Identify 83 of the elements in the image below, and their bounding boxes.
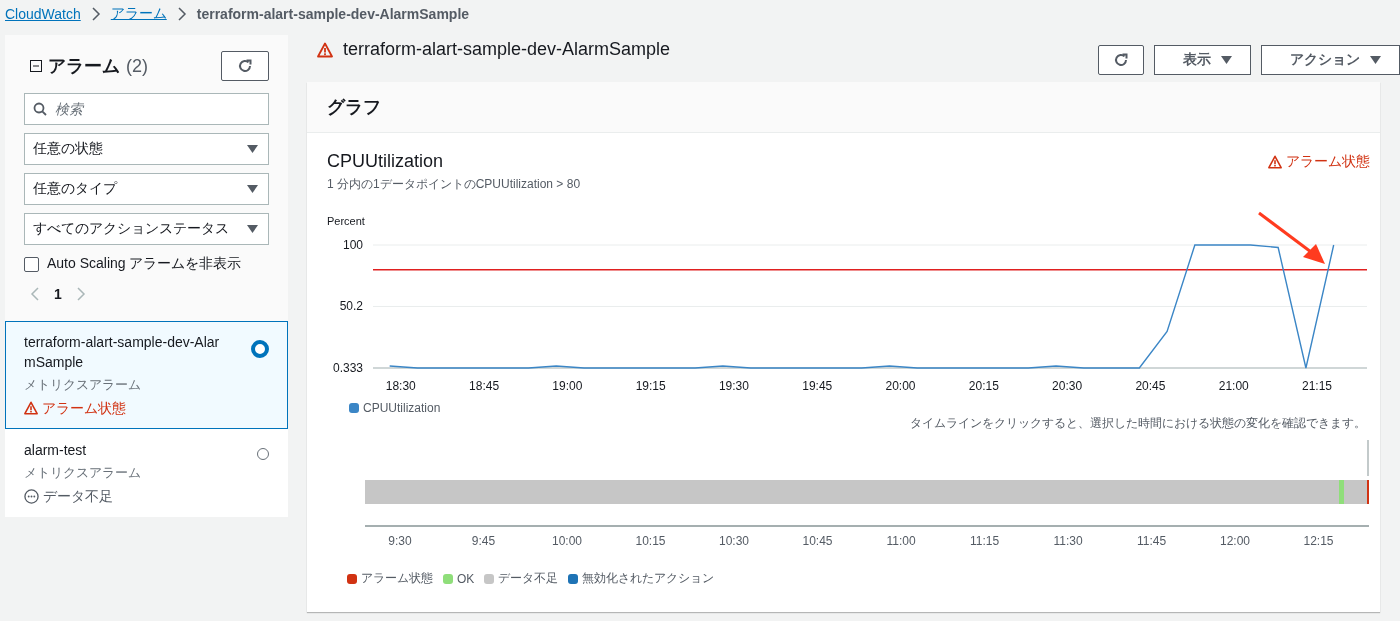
timeline-tick-label: 10:30 — [719, 534, 749, 548]
warning-icon — [1268, 154, 1282, 169]
breadcrumb-link[interactable]: CloudWatch — [5, 6, 81, 22]
alarm-list-item[interactable]: terraform-alart-sample-dev-AlarmSample メトリクスアラーム アラーム状態 — [5, 321, 288, 429]
y-tick-label: 50.2 — [339, 299, 363, 314]
timeline-tick-label: 12:15 — [1303, 534, 1334, 548]
annotation-arrow — [1258, 211, 1325, 264]
caret-down-icon — [1370, 56, 1381, 64]
y-tick-label: 0.333 — [332, 361, 363, 375]
timeline-tick-label: 9:45 — [471, 534, 496, 548]
timeline-hint: タイムラインをクリックすると、選択した時間における状態の変化を確認できます。 — [910, 415, 1366, 432]
x-tick-label: 18:45 — [469, 379, 500, 393]
timeline-tick-label: 11:45 — [1136, 534, 1167, 548]
legend-label: データ不足 — [498, 570, 559, 587]
search-field[interactable]: 検索 — [24, 93, 269, 125]
dropdown-button[interactable]: 表示 — [1154, 45, 1251, 75]
checkbox[interactable] — [24, 256, 39, 272]
alarm-name: alarm-test — [24, 441, 88, 460]
alarm-state: アラーム状態 — [42, 399, 126, 418]
alarm-state: データ不足 — [43, 487, 113, 506]
collapse-icon[interactable] — [30, 60, 42, 72]
timeline-tick-label: 10:15 — [635, 534, 666, 548]
breadcrumb-link[interactable]: アラーム — [110, 5, 167, 23]
chevron-right-icon — [90, 7, 101, 21]
chevron-right-icon — [176, 7, 187, 21]
x-tick-label: 20:30 — [1052, 379, 1083, 393]
checkbox-label: Auto Scaling アラームを非表示 — [47, 255, 242, 273]
timeline-tick-label: 11:15 — [969, 534, 1000, 548]
x-tick-label: 20:15 — [968, 379, 999, 393]
metric-name: CPUUtilization — [327, 151, 444, 172]
time-marker-line — [1367, 440, 1369, 477]
x-tick-label: 19:30 — [718, 379, 749, 393]
page-number[interactable]: 1 — [54, 286, 62, 302]
timeline-tick-label: 10:45 — [802, 534, 833, 548]
alarm-count: (2) — [126, 55, 148, 77]
axis-title: Percent — [327, 215, 365, 227]
caret-down-icon — [1221, 56, 1232, 64]
radio-button[interactable] — [251, 340, 269, 358]
dropdown-button[interactable]: アクション — [1261, 45, 1400, 75]
search-icon — [33, 102, 47, 116]
alarm-type: メトリクスアラーム — [24, 376, 142, 394]
legend-label: アラーム状態 — [361, 570, 433, 587]
timeline-tick-label: 10:00 — [552, 534, 582, 548]
x-tick-label: 18:30 — [385, 379, 416, 393]
refresh-button[interactable] — [1098, 45, 1144, 75]
timeline-tick-label: 11:30 — [1053, 534, 1083, 548]
alarm-state: アラーム状態 — [1286, 152, 1370, 171]
x-tick-label: 20:00 — [885, 379, 916, 393]
timeline-tick-label: 11:00 — [886, 534, 916, 548]
search-input[interactable]: 検索 — [55, 96, 260, 122]
ellipsis-circle-icon — [24, 488, 39, 504]
refresh-icon — [1113, 52, 1129, 68]
x-tick-label: 21:15 — [1302, 379, 1333, 393]
y-tick-label: 100 — [342, 238, 363, 252]
card-title: グラフ — [307, 82, 1380, 133]
timeline-tick-label: 9:30 — [388, 534, 412, 548]
legend-label: 無効化されたアクション — [582, 570, 715, 587]
caret-down-icon — [247, 145, 258, 153]
x-tick-label: 19:15 — [635, 379, 666, 393]
alarm-name: terraform-alart-sample-dev-AlarmSample — [24, 333, 221, 372]
timeline-tick-label: 12:00 — [1220, 534, 1250, 548]
filter-dropdown[interactable]: 任意の状態 — [24, 133, 269, 165]
breadcrumb-current: terraform-alart-sample-dev-AlarmSample — [196, 6, 470, 22]
alarm-type: メトリクスアラーム — [24, 464, 142, 482]
alarm-title: terraform-alart-sample-dev-AlarmSample — [343, 39, 671, 60]
caret-down-icon — [247, 225, 258, 233]
legend-label: CPUUtilization — [363, 401, 441, 415]
panel-title: アラーム — [48, 55, 120, 78]
alarm-condition: 1 分内の1データポイントのCPUUtilization > 80 — [327, 176, 582, 193]
filter-dropdown[interactable]: すべてのアクションステータス — [24, 213, 269, 245]
refresh-button[interactable] — [221, 51, 269, 81]
caret-down-icon — [247, 185, 258, 193]
x-tick-label: 20:45 — [1135, 379, 1166, 393]
filter-dropdown[interactable]: 任意のタイプ — [24, 173, 269, 205]
x-tick-label: 21:00 — [1218, 379, 1249, 393]
refresh-icon — [237, 58, 253, 74]
radio-button[interactable] — [257, 448, 269, 460]
x-tick-label: 19:00 — [552, 379, 583, 393]
x-tick-label: 19:45 — [802, 379, 833, 393]
legend-label: OK — [457, 571, 475, 586]
warning-icon — [317, 41, 333, 58]
alarm-list-item[interactable]: alarm-test メトリクスアラーム データ不足 — [5, 429, 288, 517]
warning-icon — [24, 401, 38, 415]
